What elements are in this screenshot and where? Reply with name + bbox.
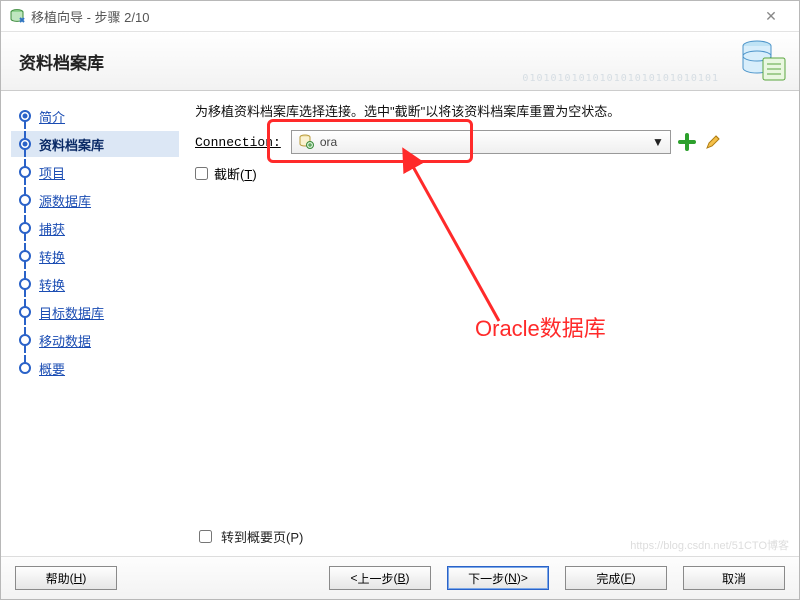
connection-select[interactable]: ora ▼	[291, 130, 671, 154]
sidebar-item-label: 概要	[39, 359, 65, 378]
sidebar-item-8[interactable]: 移动数据	[11, 327, 179, 353]
footer: 帮助(H) < 上一步(B) 下一步(N) > 完成(F) 取消	[1, 556, 799, 599]
step-node-icon	[11, 103, 39, 129]
sidebar-item-label: 移动数据	[39, 331, 91, 350]
sidebar-item-label: 资料档案库	[39, 135, 104, 154]
sidebar-item-3[interactable]: 源数据库	[11, 187, 179, 213]
step-node-icon	[11, 187, 39, 213]
step-node-icon	[11, 243, 39, 269]
goto-summary-label[interactable]: 转到概要页(P)	[221, 527, 303, 546]
truncate-row: 截断(T)	[195, 164, 783, 183]
sidebar-item-label: 项目	[39, 163, 65, 182]
sidebar-item-label: 转换	[39, 275, 65, 294]
back-button[interactable]: < 上一步(B)	[329, 566, 431, 590]
wizard-window: 移植向导 - 步骤 2/10 ✕ 资料档案库 01010101010101010…	[0, 0, 800, 600]
finish-button[interactable]: 完成(F)	[565, 566, 667, 590]
step-node-icon	[11, 327, 39, 353]
annotation-label: Oracle数据库	[475, 311, 606, 343]
step-node-icon	[11, 215, 39, 241]
next-button[interactable]: 下一步(N) >	[447, 566, 549, 590]
sidebar-item-2[interactable]: 项目	[11, 159, 179, 185]
window-title: 移植向导 - 步骤 2/10	[31, 7, 751, 26]
goto-summary-row: 转到概要页(P)	[195, 527, 303, 546]
sidebar-item-7[interactable]: 目标数据库	[11, 299, 179, 325]
sidebar-item-label: 目标数据库	[39, 303, 104, 322]
step-node-icon	[11, 271, 39, 297]
close-button[interactable]: ✕	[751, 8, 791, 25]
sidebar-item-1[interactable]: 资料档案库	[11, 131, 179, 157]
header-db-icon	[739, 38, 787, 87]
sidebar-item-label: 转换	[39, 247, 65, 266]
step-node-icon	[11, 299, 39, 325]
goto-summary-checkbox[interactable]	[199, 530, 212, 543]
instruction-text: 为移植资料档案库选择连接。选中"截断"以将该资料档案库重置为空状态。	[195, 101, 783, 120]
add-connection-button[interactable]	[677, 132, 697, 152]
content-panel: 为移植资料档案库选择连接。选中"截断"以将该资料档案库重置为空状态。 Conne…	[179, 91, 799, 556]
truncate-label[interactable]: 截断(T)	[214, 164, 257, 183]
database-icon	[298, 133, 314, 152]
truncate-checkbox[interactable]	[195, 167, 208, 180]
body: 简介资料档案库项目源数据库捕获转换转换目标数据库移动数据概要 为移植资料档案库选…	[1, 91, 799, 556]
step-node-icon	[11, 131, 39, 157]
edit-connection-button[interactable]	[703, 132, 723, 152]
sidebar: 简介资料档案库项目源数据库捕获转换转换目标数据库移动数据概要	[1, 91, 179, 556]
page-title: 资料档案库	[19, 49, 104, 74]
connection-label: Connection:	[195, 135, 281, 150]
cancel-button[interactable]: 取消	[683, 566, 785, 590]
chevron-down-icon: ▼	[652, 135, 664, 149]
sidebar-item-label: 简介	[39, 107, 65, 126]
sidebar-item-label: 捕获	[39, 219, 65, 238]
sidebar-item-0[interactable]: 简介	[11, 103, 179, 129]
sidebar-item-5[interactable]: 转换	[11, 243, 179, 269]
step-node-icon	[11, 159, 39, 185]
titlebar: 移植向导 - 步骤 2/10 ✕	[1, 1, 799, 32]
help-button[interactable]: 帮助(H)	[15, 566, 117, 590]
binary-decoration: 0101010101010101010101010101	[522, 73, 719, 84]
connection-row: Connection: ora ▼	[195, 130, 783, 154]
connection-value: ora	[320, 135, 337, 149]
sidebar-item-9[interactable]: 概要	[11, 355, 179, 381]
sidebar-item-6[interactable]: 转换	[11, 271, 179, 297]
header: 资料档案库 0101010101010101010101010101	[1, 32, 799, 91]
step-node-icon	[11, 355, 39, 381]
sidebar-item-4[interactable]: 捕获	[11, 215, 179, 241]
app-icon	[9, 8, 25, 24]
sidebar-item-label: 源数据库	[39, 191, 91, 210]
